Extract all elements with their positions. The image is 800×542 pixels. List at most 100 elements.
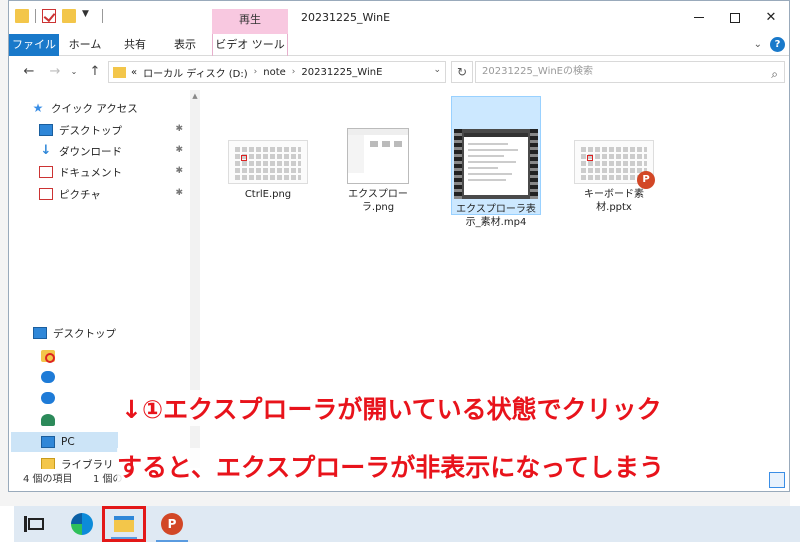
- file-name: CtrlE.png: [244, 189, 292, 200]
- nav-item-pictures[interactable]: ピクチャ ✱: [39, 184, 189, 204]
- file-explorer-button[interactable]: [102, 506, 146, 542]
- customize-toolbar-icon[interactable]: ▼: [82, 9, 96, 23]
- desktop-icon: [33, 327, 47, 339]
- search-input[interactable]: 20231225_WinEの検索 ⌕: [475, 61, 785, 83]
- toolbar-separator: [102, 9, 103, 23]
- nav-item-creative-cloud[interactable]: [41, 346, 61, 366]
- nav-label: デスクトップ: [53, 327, 116, 340]
- file-item-pptx[interactable]: P キーボード素材.pptx: [569, 140, 659, 214]
- window-controls: ✕: [681, 1, 789, 34]
- nav-item-onedrive-2[interactable]: [41, 388, 61, 408]
- powerpoint-icon: P: [161, 513, 183, 535]
- powerpoint-button[interactable]: P: [150, 506, 194, 542]
- powerpoint-thumbnail: P: [574, 140, 655, 189]
- nav-item-pc[interactable]: PC: [11, 432, 118, 452]
- maximize-button[interactable]: [717, 1, 753, 34]
- window-title: 20231225_WinE: [301, 11, 391, 24]
- pin-icon: ✱: [175, 166, 183, 176]
- large-icons-view-icon[interactable]: [769, 472, 785, 488]
- star-icon: ★: [32, 101, 44, 115]
- toolbar-separator: [35, 9, 36, 23]
- file-name: エクスプローラ.png: [348, 189, 408, 213]
- recent-locations-icon[interactable]: ⌄: [67, 62, 81, 82]
- file-item-ctrle[interactable]: CtrlE.png: [223, 140, 313, 201]
- nav-item-onedrive[interactable]: [41, 367, 61, 387]
- annotation-line-2: すると、エクスプローラが非表示になってしまう: [117, 448, 665, 484]
- back-button[interactable]: ←: [19, 62, 39, 82]
- nav-label: PC: [61, 436, 75, 448]
- tab-file[interactable]: ファイル: [9, 34, 59, 56]
- nav-item-desktop-pinned[interactable]: デスクトップ ✱: [39, 120, 189, 140]
- desktop-edge: [790, 0, 800, 506]
- quick-access-toolbar: ▼: [15, 9, 103, 23]
- context-tab-group: 再生: [212, 9, 288, 34]
- desktop-icon: [39, 124, 53, 136]
- pictures-icon: [39, 188, 53, 200]
- minimize-icon: [694, 17, 704, 18]
- file-name: エクスプローラ表示_素材.mp4: [456, 204, 536, 228]
- nav-item-downloads[interactable]: ↓ ダウンロード ✱: [39, 141, 189, 161]
- minimize-button[interactable]: [681, 1, 717, 34]
- nav-label: ダウンロード: [59, 145, 122, 158]
- tab-video-tools[interactable]: ビデオ ツール: [212, 34, 288, 56]
- scroll-up-icon[interactable]: ▲: [190, 92, 200, 100]
- user-icon: [41, 414, 55, 426]
- chevron-right-icon[interactable]: ›: [254, 67, 258, 77]
- nav-item-documents[interactable]: ドキュメント ✱: [39, 162, 189, 182]
- creative-cloud-folder-icon: [41, 350, 55, 363]
- chevron-down-icon[interactable]: ⌄: [433, 65, 441, 75]
- chevron-right-icon[interactable]: ›: [292, 67, 296, 77]
- nav-label: ピクチャ: [59, 188, 101, 201]
- forward-button[interactable]: →: [45, 62, 65, 82]
- maximize-icon: [730, 12, 740, 23]
- new-folder-icon[interactable]: [62, 9, 76, 23]
- pin-icon: ✱: [175, 188, 183, 198]
- pin-icon: ✱: [175, 145, 183, 155]
- breadcrumb-drive[interactable]: ローカル ディスク (D:): [143, 65, 248, 80]
- file-item-explorer-png[interactable]: エクスプローラ.png: [333, 128, 423, 214]
- breadcrumb-overflow[interactable]: «: [131, 67, 137, 78]
- address-bar[interactable]: « ローカル ディスク (D:) › note › 20231225_WinE …: [108, 61, 446, 83]
- pc-icon: [41, 436, 55, 448]
- taskbar-search[interactable]: [0, 506, 14, 542]
- document-icon: [39, 166, 53, 178]
- nav-label: デスクトップ: [59, 124, 122, 137]
- task-view-button[interactable]: [14, 506, 58, 542]
- tab-home[interactable]: ホーム: [61, 34, 109, 56]
- item-count: 4 個の項目: [23, 474, 73, 485]
- search-placeholder: 20231225_WinEの検索: [482, 66, 594, 77]
- onedrive-icon: [41, 371, 55, 383]
- file-item-video[interactable]: エクスプローラ表示_素材.mp4: [451, 96, 541, 228]
- nav-item-user[interactable]: [41, 410, 61, 430]
- taskbar: P: [0, 506, 800, 542]
- breadcrumb-note[interactable]: note: [263, 67, 286, 78]
- ribbon-tabs: ファイル ホーム 共有 表示 ビデオ ツール ⌄ ?: [9, 34, 789, 56]
- onedrive-icon: [41, 392, 55, 404]
- nav-quick-access[interactable]: ★ クイック アクセス: [31, 98, 211, 118]
- up-button[interactable]: ↑: [85, 62, 105, 82]
- tab-share[interactable]: 共有: [111, 34, 159, 56]
- search-icon: ⌕: [771, 67, 778, 81]
- folder-icon[interactable]: [15, 9, 29, 23]
- title-bar: ▼ 再生 20231225_WinE ✕: [9, 1, 789, 34]
- powerpoint-icon: P: [637, 171, 655, 189]
- video-thumbnail: [454, 129, 538, 199]
- properties-icon[interactable]: [42, 9, 56, 23]
- keyboard-thumbnail: [228, 140, 308, 184]
- expand-ribbon-icon[interactable]: ⌄: [754, 39, 762, 50]
- nav-label: クイック アクセス: [51, 102, 138, 115]
- ribbon-right-controls: ⌄ ?: [754, 37, 785, 52]
- tab-view[interactable]: 表示: [161, 34, 209, 56]
- file-name: キーボード素材.pptx: [584, 189, 644, 213]
- close-button[interactable]: ✕: [753, 1, 789, 34]
- nav-item-desktop[interactable]: デスクトップ: [33, 323, 213, 343]
- help-icon[interactable]: ?: [770, 37, 785, 52]
- annotation-line-1: ↓①エクスプローラが開いている状態でクリック: [121, 390, 662, 426]
- edge-button[interactable]: [60, 506, 104, 542]
- file-explorer-icon: [114, 516, 134, 532]
- breadcrumb-folder[interactable]: 20231225_WinE: [301, 67, 382, 78]
- refresh-button[interactable]: ↻: [451, 61, 473, 83]
- edge-icon: [71, 513, 93, 535]
- address-row: ← → ⌄ ↑ « ローカル ディスク (D:) › note › 202312…: [9, 57, 789, 87]
- folder-icon: [113, 66, 126, 78]
